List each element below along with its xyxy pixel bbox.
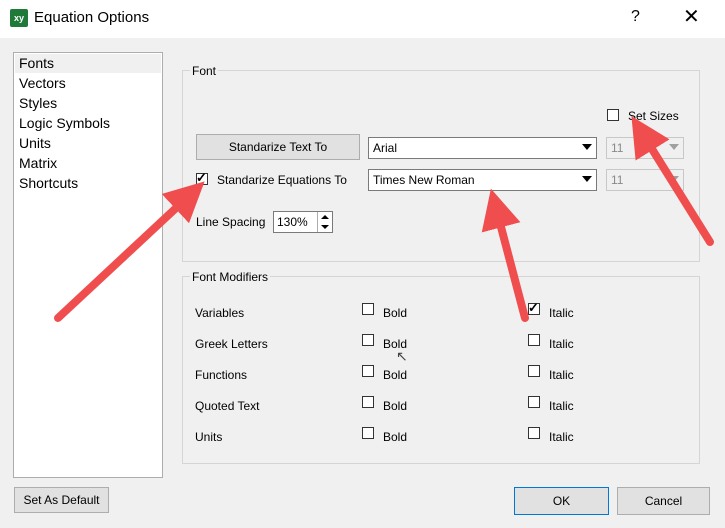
annotation-arrow <box>481 188 529 322</box>
annotation-arrow <box>631 116 714 246</box>
annotation-arrow <box>54 181 205 322</box>
annotation-overlay <box>54 116 714 322</box>
